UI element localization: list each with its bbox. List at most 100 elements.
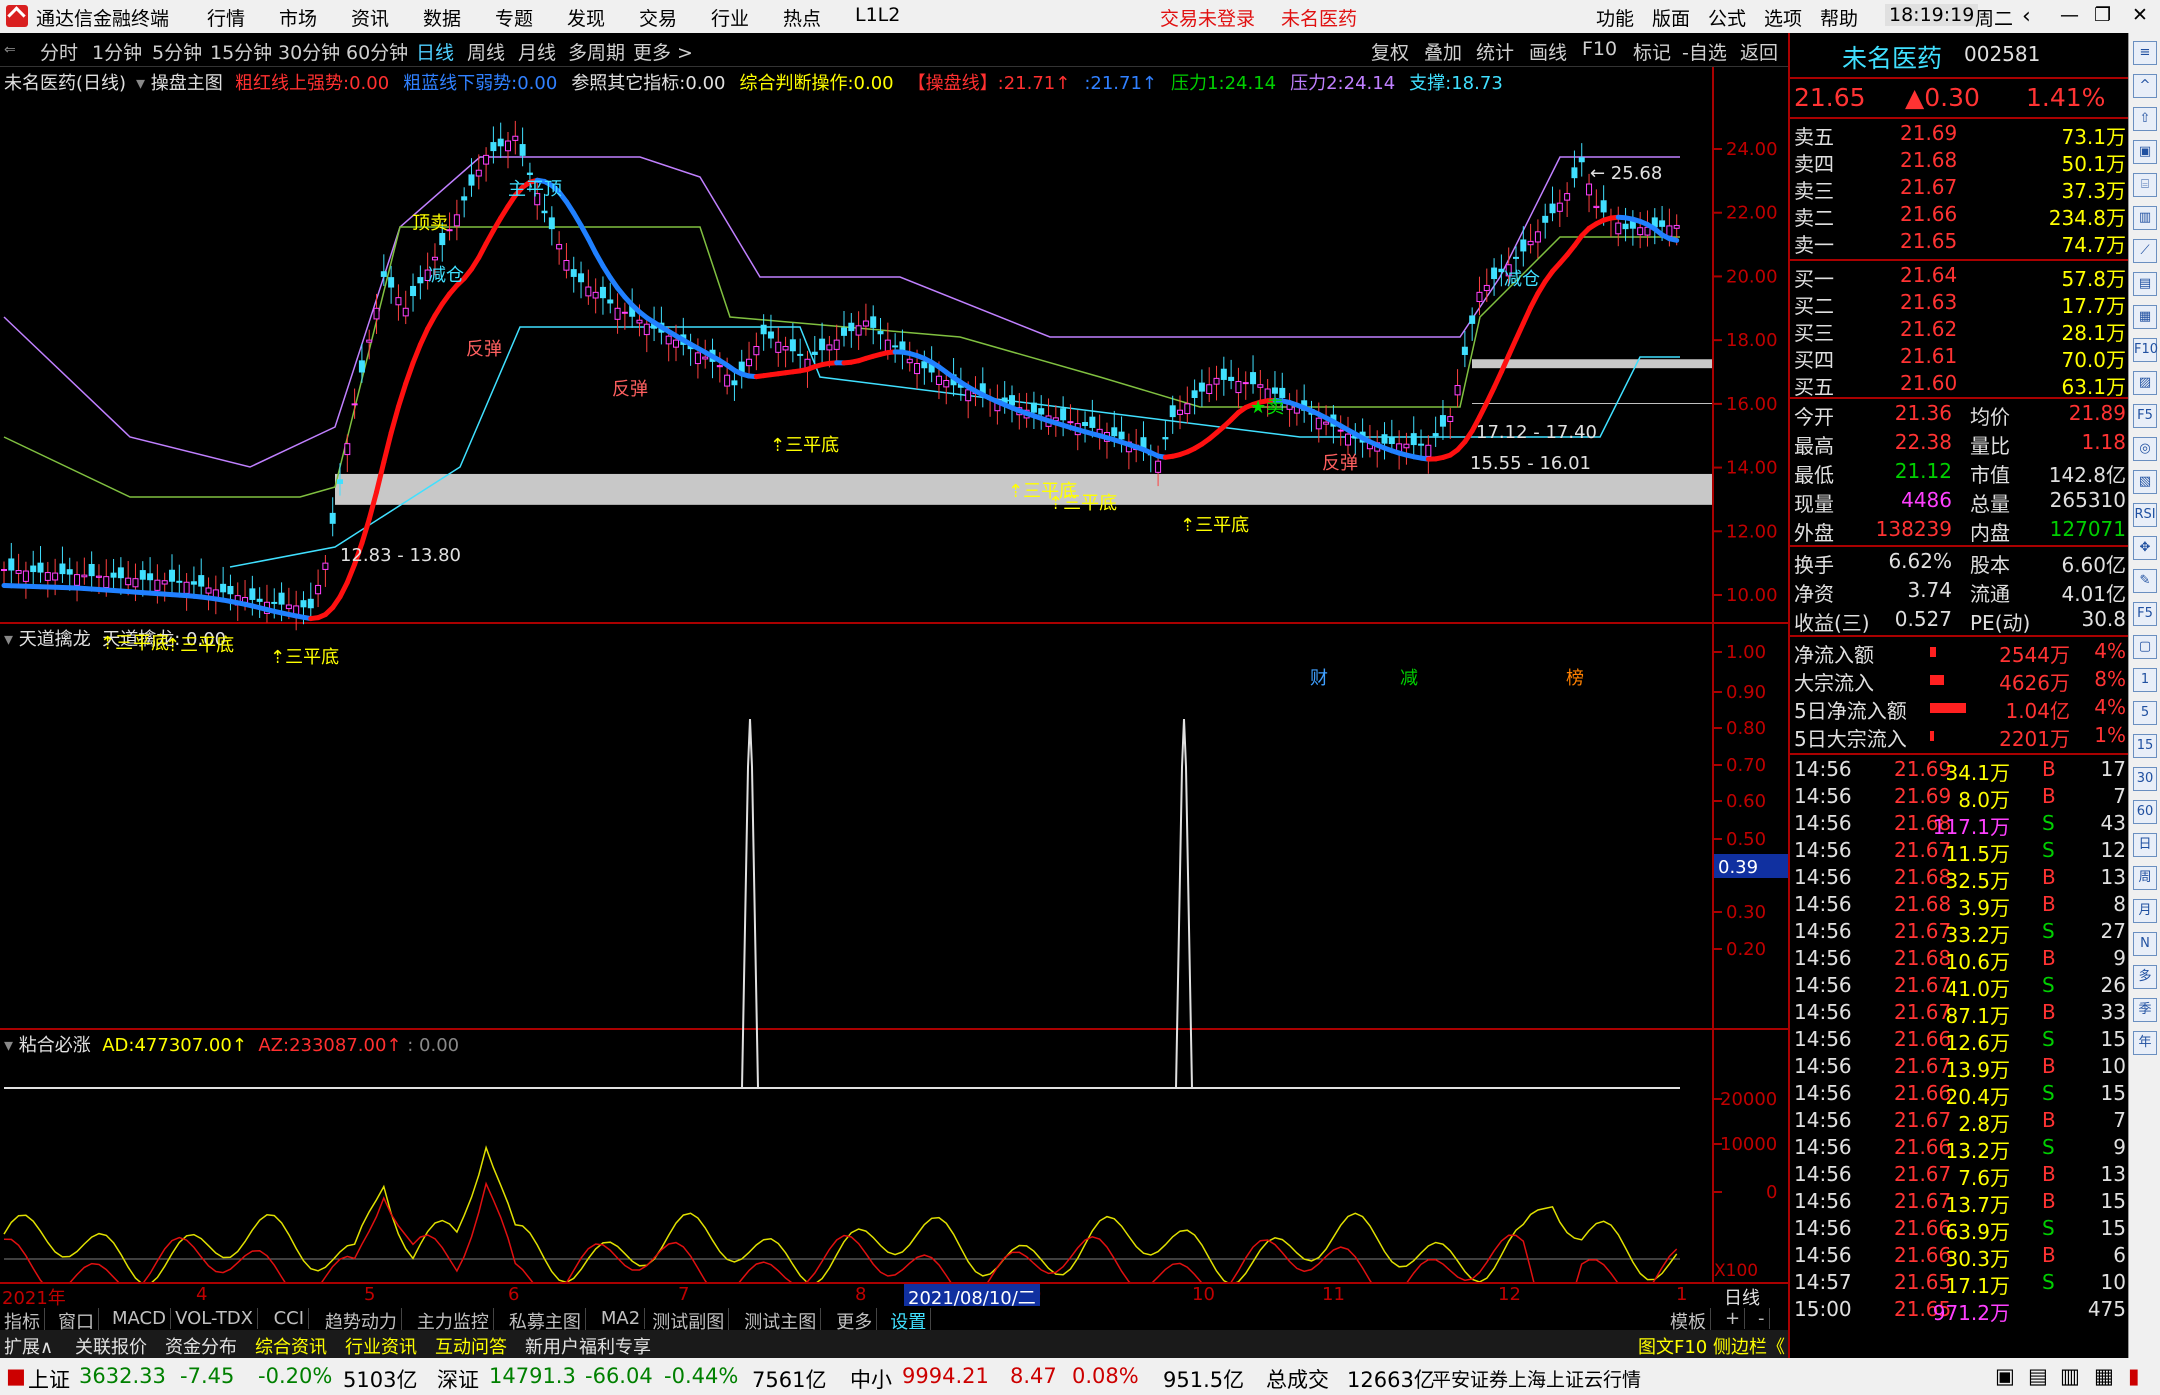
tray-icon-1[interactable]: ▤ [2028,1364,2048,1388]
indicator-tab[interactable]: VOL-TDX [175,1308,259,1329]
info-tab[interactable]: 综合资讯 [255,1333,327,1359]
sidebar-tool-icon[interactable]: ▦ [2133,305,2157,329]
sidebar-tool-icon[interactable]: 月 [2133,899,2157,923]
period-more[interactable]: 更多 > [633,38,693,65]
period-30min[interactable]: 30分钟 [278,38,340,65]
period-15min[interactable]: 15分钟 [210,38,272,65]
tray-icon-3[interactable]: ▦ [2094,1364,2114,1388]
template-button[interactable]: - [1758,1308,1770,1329]
sidebar-tool-icon[interactable]: ▢ [2133,635,2157,659]
sh-label[interactable]: 上证 [28,1364,70,1394]
period-multi[interactable]: 多周期 [568,38,625,65]
bid-price[interactable]: 21.63 [1900,290,1957,314]
menu-zhuanti[interactable]: 专题 [495,4,533,31]
event-marker[interactable]: 榜 [1566,668,1584,689]
sidebar-tool-icon[interactable]: ⟋ [2133,239,2157,263]
menu-l1l2[interactable]: L1L2 [855,4,900,26]
back-icon[interactable]: ‹ [2022,4,2031,29]
menu-shichang[interactable]: 市场 [279,4,317,31]
ask-price[interactable]: 21.67 [1900,175,1957,199]
menu-gongshi[interactable]: 公式 [1708,4,1746,31]
sidebar-tool-icon[interactable]: ✥ [2133,536,2157,560]
sidebar-tool-icon[interactable]: N [2133,932,2157,956]
menu-hangqing[interactable]: 行情 [207,4,245,31]
menu-jiaoyi[interactable]: 交易 [639,4,677,31]
template-button[interactable]: + [1725,1308,1746,1329]
sidebar-tool-icon[interactable]: 1 [2133,668,2157,692]
period-1min[interactable]: 1分钟 [92,38,142,65]
btn-fuquan[interactable]: 复权 [1371,38,1409,65]
btn-huaxian[interactable]: 画线 [1529,38,1567,65]
sidebar-tool-icon[interactable]: ≡ [2133,41,2157,65]
period-monthly[interactable]: 月线 [518,38,556,65]
menu-hangye[interactable]: 行业 [711,4,749,31]
sidebar-tool-icon[interactable]: 季 [2133,998,2157,1022]
event-marker[interactable]: 减 [1400,668,1418,689]
sidebar-tool-icon[interactable]: 15 [2133,734,2157,758]
indicator-tab[interactable]: CCI [274,1308,310,1329]
bid-price[interactable]: 21.62 [1900,317,1957,341]
period-5min[interactable]: 5分钟 [152,38,202,65]
sidebar-tool-icon[interactable]: ▧ [2133,470,2157,494]
sidebar-tool-icon[interactable]: F5 [2133,602,2157,626]
sidebar-tool-icon[interactable]: F5 [2133,404,2157,428]
sidebar-tool-icon[interactable]: 30 [2133,767,2157,791]
info-tab[interactable]: 新用户福利专享 [525,1333,651,1359]
sidebar-tool-icon[interactable]: 60 [2133,800,2157,824]
chart-canvas[interactable]: ← 25.68 12.83 - 13.80 15.55 - 16.01 17.12 -… [0,67,1712,1282]
login-status[interactable]: 交易未登录 [1160,4,1255,31]
sidebar-tool-icon[interactable]: 日 [2133,833,2157,857]
info-tab[interactable]: 行业资讯 [345,1333,417,1359]
menu-faxian[interactable]: 发现 [567,4,605,31]
minimize-icon[interactable]: — [2060,4,2079,26]
bid-price[interactable]: 21.61 [1900,344,1957,368]
bid-price[interactable]: 21.60 [1900,371,1957,395]
sidebar-tool-icon[interactable]: RSI [2133,503,2157,527]
info-tab[interactable]: 扩展∧ [4,1333,53,1359]
sidebar-tool-icon[interactable]: ▥ [2133,206,2157,230]
lock-icon[interactable]: ▣ [1995,1364,2015,1388]
menu-bangzhu[interactable]: 帮助 [1820,4,1858,31]
info-right-label[interactable]: 图文F10 侧边栏《 [1638,1333,1785,1359]
sidebar-tool-icon[interactable]: 5 [2133,701,2157,725]
zx-label[interactable]: 中小 [850,1364,892,1394]
menu-shuju[interactable]: 数据 [423,4,461,31]
close-icon[interactable]: ✕ [2132,4,2148,26]
event-marker[interactable]: 财 [1310,668,1328,689]
sidebar-tool-icon[interactable]: 周 [2133,866,2157,890]
menu-xuanxiang[interactable]: 选项 [1764,4,1802,31]
indicator-tab[interactable]: MACD [112,1308,171,1329]
indicator-tab[interactable]: MA2 [601,1308,646,1329]
sidebar-tool-icon[interactable]: ✎ [2133,569,2157,593]
collapse-icon[interactable]: ⇐ [4,42,16,58]
info-tab[interactable]: 互动问答 [435,1333,507,1359]
period-weekly[interactable]: 周线 [467,38,505,65]
sidebar-tool-icon[interactable]: ▨ [2133,371,2157,395]
period-fenshi[interactable]: 分时 [40,38,78,65]
broker-name[interactable]: 平安证券上海上证云行情 [1432,1365,1641,1392]
menu-redian[interactable]: 热点 [783,4,821,31]
ask-price[interactable]: 21.69 [1900,121,1957,145]
info-tab[interactable]: 资金分布 [165,1333,237,1359]
menu-zixun[interactable]: 资讯 [351,4,389,31]
sidebar-tool-icon[interactable]: 多 [2133,965,2157,989]
btn-zixuan[interactable]: -自选 [1682,38,1727,65]
ask-price[interactable]: 21.65 [1900,229,1957,253]
sz-label[interactable]: 深证 [437,1364,479,1394]
menu-banmian[interactable]: 版面 [1652,4,1690,31]
ask-price[interactable]: 21.68 [1900,148,1957,172]
info-tab[interactable]: 关联报价 [75,1333,147,1359]
btn-biaoji[interactable]: 标记 [1633,38,1671,65]
period-daily[interactable]: 日线 [416,38,454,65]
ask-price[interactable]: 21.66 [1900,202,1957,226]
sidebar-tool-icon[interactable]: ^ [2133,74,2157,98]
sidebar-tool-icon[interactable]: ▣ [2133,140,2157,164]
sidebar-tool-icon[interactable]: ⇧ [2133,107,2157,131]
sidebar-tool-icon[interactable]: ⌸ [2133,173,2157,197]
btn-diejia[interactable]: 叠加 [1424,38,1462,65]
sidebar-tool-icon[interactable]: ◎ [2133,437,2157,461]
menu-gongneng[interactable]: 功能 [1596,4,1634,31]
sidebar-tool-icon[interactable]: F10 [2133,338,2158,362]
tray-icon-2[interactable]: ▥ [2060,1364,2080,1388]
btn-f10[interactable]: F10 [1582,38,1617,60]
